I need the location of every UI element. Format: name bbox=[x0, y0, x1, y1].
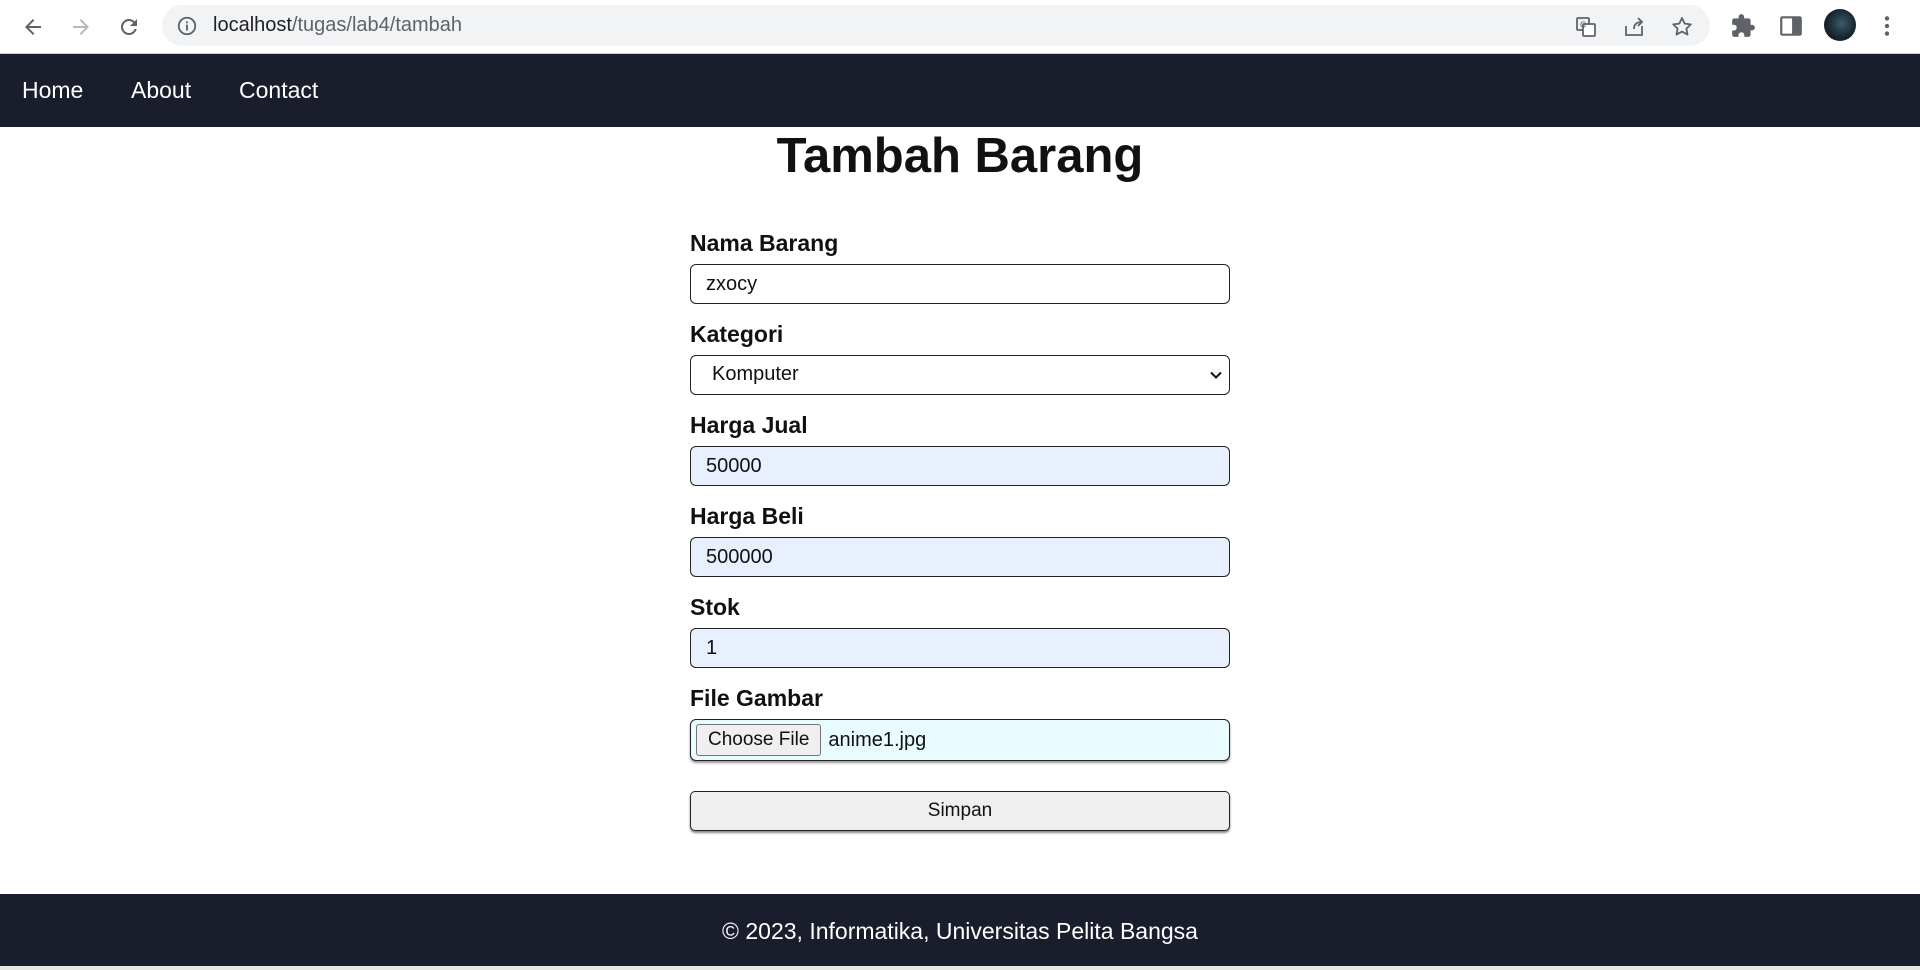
arrow-right-icon bbox=[73, 19, 89, 35]
url-text: localhost/tugas/lab4/tambah bbox=[213, 14, 462, 37]
harga-beli-input[interactable] bbox=[690, 537, 1230, 577]
url-path: /tugas/lab4/tambah bbox=[291, 14, 463, 36]
add-item-form: Nama Barang Kategori Komputer Harga Jual… bbox=[690, 226, 1230, 831]
harga-beli-label: Harga Beli bbox=[690, 503, 804, 529]
address-bar[interactable]: localhost/tugas/lab4/tambah G bbox=[162, 5, 1710, 46]
site-navbar: Home About Contact bbox=[0, 54, 1920, 127]
arrow-left-icon bbox=[25, 19, 41, 35]
back-button[interactable] bbox=[16, 10, 50, 44]
nav-link-contact[interactable]: Contact bbox=[239, 77, 318, 104]
browser-toolbar: localhost/tugas/lab4/tambah G bbox=[0, 0, 1920, 54]
chevron-down-icon bbox=[1210, 371, 1222, 379]
nav-link-home[interactable]: Home bbox=[22, 77, 83, 104]
field-group-harga-beli: Harga Beli bbox=[690, 499, 1230, 590]
field-group-gambar: File Gambar Choose File anime1.jpg bbox=[690, 681, 1230, 761]
field-group-kategori: Kategori Komputer bbox=[690, 317, 1230, 408]
harga-jual-input[interactable] bbox=[690, 446, 1230, 486]
side-panel-icon[interactable] bbox=[1778, 13, 1804, 39]
stok-input[interactable] bbox=[690, 628, 1230, 668]
simpan-button[interactable]: Simpan bbox=[690, 791, 1230, 831]
site-footer: © 2023, Informatika, Universitas Pelita … bbox=[0, 894, 1920, 966]
bottom-scrollbar-strip bbox=[0, 966, 1920, 970]
page-title: Tambah Barang bbox=[776, 129, 1144, 183]
nama-barang-label: Nama Barang bbox=[690, 230, 839, 256]
svg-text:G: G bbox=[1580, 21, 1586, 30]
file-gambar-input[interactable]: Choose File anime1.jpg bbox=[690, 719, 1230, 761]
forward-button[interactable] bbox=[64, 10, 98, 44]
field-group-harga-jual: Harga Jual bbox=[690, 408, 1230, 499]
stok-label: Stok bbox=[690, 594, 740, 620]
info-icon[interactable] bbox=[176, 15, 198, 37]
share-icon[interactable] bbox=[1622, 15, 1646, 39]
nav-link-about[interactable]: About bbox=[131, 77, 191, 104]
url-host: localhost bbox=[213, 14, 292, 36]
kategori-label: Kategori bbox=[690, 321, 784, 347]
reload-button[interactable] bbox=[112, 10, 146, 44]
kategori-select[interactable]: Komputer bbox=[690, 355, 1230, 395]
reload-icon bbox=[120, 18, 137, 35]
extensions-puzzle-icon[interactable] bbox=[1730, 13, 1756, 39]
nama-barang-input[interactable] bbox=[690, 264, 1230, 304]
file-gambar-label: File Gambar bbox=[690, 685, 823, 711]
bookmark-star-icon[interactable] bbox=[1670, 15, 1694, 39]
footer-copyright: © 2023, Informatika, Universitas Pelita … bbox=[722, 918, 1198, 944]
field-group-stok: Stok bbox=[690, 590, 1230, 681]
more-menu-icon[interactable] bbox=[1874, 13, 1900, 39]
choose-file-button[interactable]: Choose File bbox=[696, 724, 822, 756]
selected-file-name: anime1.jpg bbox=[828, 728, 927, 751]
kategori-selected-value: Komputer bbox=[690, 355, 1230, 395]
harga-jual-label: Harga Jual bbox=[690, 412, 808, 438]
field-group-nama: Nama Barang bbox=[690, 226, 1230, 317]
translate-icon[interactable]: G bbox=[1574, 15, 1598, 39]
profile-avatar[interactable] bbox=[1824, 9, 1856, 41]
